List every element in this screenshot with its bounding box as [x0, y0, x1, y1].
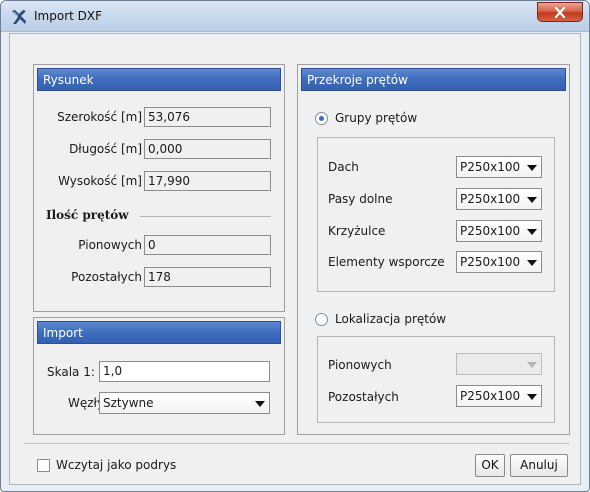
scale-label: Skala 1: — [47, 365, 95, 379]
import-group: Import Skala 1: 1,0 Węzły Sztywne — [33, 317, 285, 435]
group-select-diagonals-value: P250x100 — [460, 224, 521, 238]
nodes-select-value: Sztywne — [103, 396, 154, 410]
group-select-bottom-chords-value: P250x100 — [460, 192, 521, 206]
ok-button[interactable]: OK — [475, 454, 505, 477]
group-label-supports: Elementy wsporcze — [328, 255, 445, 269]
title-bar[interactable]: Import DXF — [1, 1, 589, 32]
rysunek-group: Rysunek Szerokość [m] 53,076 Długość [m]… — [33, 64, 285, 312]
rysunek-header: Rysunek — [37, 68, 281, 91]
groups-box: Dach P250x100 Pasy dolne P250x100 Krzyżu… — [317, 137, 555, 292]
group-select-supports[interactable]: P250x100 — [456, 251, 542, 273]
location-radio[interactable] — [315, 313, 328, 326]
footer-separator — [24, 443, 570, 444]
other-count-field: 178 — [144, 267, 271, 287]
dialog-client-area: Rysunek Szerokość [m] 53,076 Długość [m]… — [9, 33, 581, 485]
chevron-down-icon — [527, 165, 537, 171]
group-label-roof: Dach — [328, 160, 359, 174]
chevron-down-icon — [255, 401, 265, 407]
location-label-vertical: Pionowych — [328, 358, 392, 372]
przekroje-header: Przekroje prętów — [301, 68, 566, 91]
length-label: Długość [m] — [69, 142, 142, 156]
vertical-count-field: 0 — [144, 235, 271, 255]
app-icon — [12, 10, 26, 24]
import-header: Import — [37, 321, 281, 344]
bar-count-heading: Ilość prętów — [46, 208, 129, 222]
chevron-down-icon — [527, 260, 537, 266]
location-select-vertical[interactable] — [456, 353, 542, 375]
group-select-roof[interactable]: P250x100 — [456, 156, 542, 178]
other-count-label: Pozostałych — [71, 270, 142, 284]
cancel-button[interactable]: Anuluj — [510, 454, 568, 477]
groups-radio[interactable] — [315, 112, 328, 125]
group-select-bottom-chords[interactable]: P250x100 — [456, 188, 542, 210]
bar-count-divider — [140, 216, 271, 217]
height-field: 17,990 — [144, 171, 271, 191]
nodes-select[interactable]: Sztywne — [99, 392, 270, 414]
import-as-underlay-checkbox[interactable] — [37, 459, 50, 472]
group-select-supports-value: P250x100 — [460, 255, 521, 269]
location-select-other-value: P250x100 — [460, 389, 521, 403]
window-title: Import DXF — [34, 9, 103, 23]
location-select-other[interactable]: P250x100 — [456, 385, 542, 407]
vertical-count-label: Pionowych — [78, 238, 142, 252]
import-dxf-window: Import DXF Rysunek Szerokość [m] 53,076 … — [0, 0, 590, 492]
location-box: Pionowych Pozostałych P250x100 — [317, 336, 555, 423]
scale-input[interactable]: 1,0 — [99, 361, 270, 382]
width-label: Szerokość [m] — [57, 110, 142, 124]
chevron-down-icon — [527, 362, 537, 368]
chevron-down-icon — [527, 229, 537, 235]
group-label-bottom-chords: Pasy dolne — [328, 192, 393, 206]
group-select-diagonals[interactable]: P250x100 — [456, 220, 542, 242]
location-label-other: Pozostałych — [328, 390, 399, 404]
close-button[interactable] — [537, 2, 583, 22]
chevron-down-icon — [527, 197, 537, 203]
chevron-down-icon — [527, 394, 537, 400]
width-field: 53,076 — [144, 107, 271, 127]
location-radio-label[interactable]: Lokalizacja prętów — [335, 312, 446, 326]
przekroje-group: Przekroje prętów Grupy prętów Dach P250x… — [297, 64, 570, 435]
length-field: 0,000 — [144, 139, 271, 159]
height-label: Wysokość [m] — [58, 174, 142, 188]
dialog-content: Rysunek Szerokość [m] 53,076 Długość [m]… — [10, 34, 580, 484]
groups-radio-label[interactable]: Grupy prętów — [335, 111, 417, 125]
group-label-diagonals: Krzyżulce — [328, 224, 386, 238]
close-icon — [554, 6, 566, 18]
group-select-roof-value: P250x100 — [460, 160, 521, 174]
import-as-underlay-label[interactable]: Wczytaj jako podrys — [56, 458, 176, 472]
